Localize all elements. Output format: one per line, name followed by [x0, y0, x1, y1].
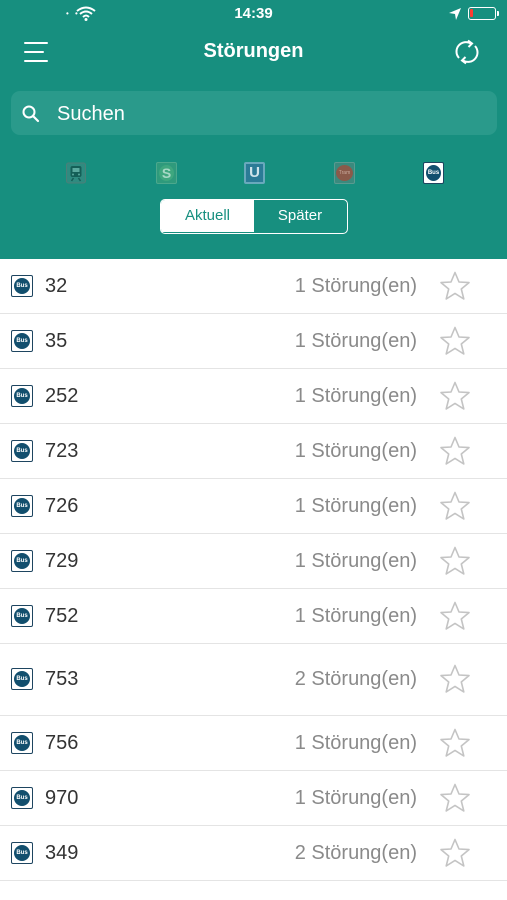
disruption-list: Bus 32 1 Störung(en) Bus 35 1 Störung(en) Bus 2… — [0, 259, 507, 881]
disruption-count: 1 Störung(en) — [294, 731, 417, 754]
list-item[interactable]: Bus 753 2 Störung(en) — [0, 644, 507, 716]
list-item[interactable]: Bus 349 2 Störung(en) — [0, 826, 507, 881]
disruption-count: 1 Störung(en) — [294, 439, 417, 462]
filter-u-bahn[interactable]: U — [240, 160, 268, 188]
line-number: 723 — [45, 439, 79, 462]
tab-aktuell[interactable]: Aktuell — [161, 200, 254, 232]
refresh-icon[interactable] — [452, 37, 482, 67]
bus-icon: Bus — [11, 604, 33, 627]
star-icon[interactable] — [439, 270, 471, 302]
disruption-count: 1 Störung(en) — [294, 786, 417, 809]
battery-tip — [497, 11, 499, 16]
list-item[interactable]: Bus 729 1 Störung(en) — [0, 534, 507, 589]
search-input[interactable] — [55, 99, 489, 129]
list-item[interactable]: Bus 726 1 Störung(en) — [0, 479, 507, 534]
bus-icon: Bus — [11, 841, 33, 864]
bus-icon-label: Bus — [14, 844, 30, 861]
bus-icon: Bus — [11, 731, 33, 754]
bus-icon: Bus — [11, 274, 33, 297]
bus-icon-label: Bus — [14, 387, 30, 404]
line-number: 35 — [45, 329, 68, 352]
bus-icon-label: Bus — [14, 671, 30, 687]
star-icon[interactable] — [439, 545, 471, 577]
time-segmented-control: Aktuell Später — [160, 199, 348, 234]
star-icon[interactable] — [439, 380, 471, 412]
star-icon[interactable] — [439, 727, 471, 759]
disruption-count: 1 Störung(en) — [294, 604, 417, 627]
disruption-count: 1 Störung(en) — [294, 274, 417, 297]
tab-spaeter[interactable]: Später — [254, 200, 346, 232]
tram-label: Tram — [336, 165, 353, 181]
disruption-count: 1 Störung(en) — [294, 384, 417, 407]
disruption-count: 2 Störung(en) — [294, 841, 417, 864]
bus-icon: Bus — [11, 384, 33, 407]
bus-icon-label: Bus — [14, 552, 30, 569]
location-arrow-icon — [449, 8, 461, 20]
status-time: 14:39 — [234, 5, 273, 22]
line-number: 349 — [45, 841, 79, 864]
list-item[interactable]: Bus 252 1 Störung(en) — [0, 369, 507, 424]
list-item[interactable]: Bus 32 1 Störung(en) — [0, 259, 507, 314]
star-icon[interactable] — [439, 782, 471, 814]
filter-s-bahn[interactable]: S — [152, 160, 180, 188]
bus-icon-label: Bus — [14, 277, 30, 294]
star-icon[interactable] — [439, 490, 471, 522]
line-number: 729 — [45, 549, 79, 572]
bus-icon: Bus — [11, 786, 33, 809]
list-item[interactable]: Bus 723 1 Störung(en) — [0, 424, 507, 479]
filter-regional-train[interactable] — [62, 160, 90, 188]
bus-icon: Bus — [11, 549, 33, 572]
disruption-count: 1 Störung(en) — [294, 549, 417, 572]
list-item[interactable]: Bus 752 1 Störung(en) — [0, 589, 507, 644]
bus-icon-label: Bus — [14, 497, 30, 514]
search-bar[interactable] — [11, 91, 497, 135]
bus-icon: Bus — [11, 439, 33, 462]
s-bahn-label: S — [159, 165, 174, 181]
line-number: 726 — [45, 494, 79, 517]
line-number: 32 — [45, 274, 68, 297]
search-icon — [22, 105, 40, 123]
line-number: 756 — [45, 731, 79, 754]
u-bahn-icon: U — [244, 162, 265, 184]
bus-icon-label: Bus — [14, 442, 30, 459]
u-bahn-label: U — [249, 164, 260, 181]
page-title: Störungen — [203, 40, 304, 62]
battery-icon — [468, 7, 496, 20]
bus-icon: Bus — [11, 329, 33, 352]
bus-filter-label: Bus — [426, 165, 441, 181]
header: • • 14:39 Störungen Suchen S U Tram Bus … — [0, 0, 507, 259]
line-number: 753 — [45, 668, 79, 690]
star-icon[interactable] — [439, 663, 471, 695]
bus-icon-label: Bus — [14, 607, 30, 624]
bus-icon-label: Bus — [14, 789, 30, 806]
s-bahn-icon: S — [156, 162, 177, 184]
bus-icon-label: Bus — [14, 734, 30, 751]
regional-train-icon — [66, 162, 86, 184]
bus-icon: Bus — [11, 668, 33, 690]
list-item[interactable]: Bus 970 1 Störung(en) — [0, 771, 507, 826]
disruption-count: 1 Störung(en) — [294, 329, 417, 352]
bus-icon-label: Bus — [14, 332, 30, 349]
filter-tram[interactable]: Tram — [330, 160, 358, 188]
line-number: 252 — [45, 384, 79, 407]
star-icon[interactable] — [439, 435, 471, 467]
disruption-count: 1 Störung(en) — [294, 494, 417, 517]
star-icon[interactable] — [439, 837, 471, 869]
bus-filter-icon: Bus — [423, 162, 444, 184]
list-item[interactable]: Bus 35 1 Störung(en) — [0, 314, 507, 369]
filter-bus[interactable]: Bus — [419, 160, 447, 188]
bus-icon: Bus — [11, 494, 33, 517]
tram-icon: Tram — [334, 162, 355, 184]
list-item[interactable]: Bus 756 1 Störung(en) — [0, 716, 507, 771]
line-number: 752 — [45, 604, 79, 627]
star-icon[interactable] — [439, 325, 471, 357]
status-bar: • • 14:39 — [0, 0, 507, 28]
disruption-count: 2 Störung(en) — [294, 668, 417, 690]
star-icon[interactable] — [439, 600, 471, 632]
line-number: 970 — [45, 786, 79, 809]
